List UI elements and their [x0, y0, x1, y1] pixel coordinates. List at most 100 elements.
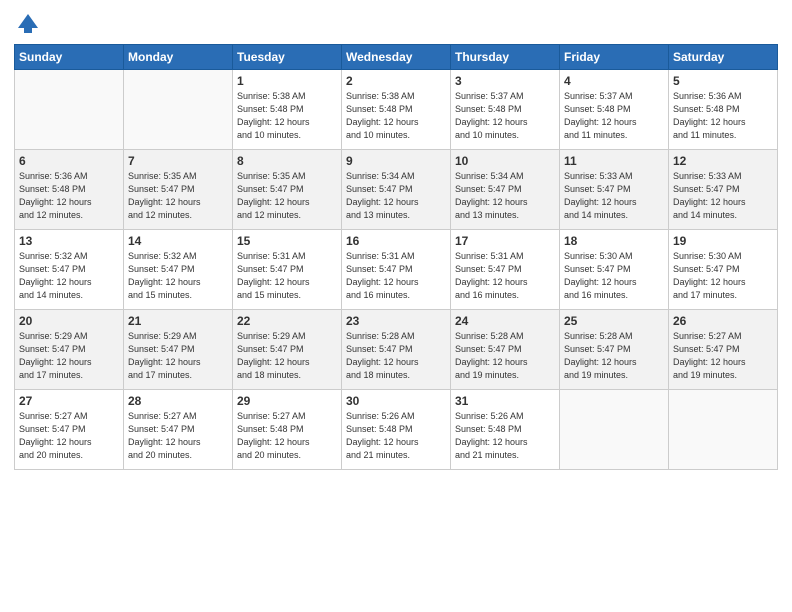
day-info: Sunrise: 5:26 AMSunset: 5:48 PMDaylight:…	[346, 410, 446, 462]
day-number: 27	[19, 394, 119, 408]
table-cell: 11 Sunrise: 5:33 AMSunset: 5:47 PMDayligh…	[560, 150, 669, 230]
table-cell: 30 Sunrise: 5:26 AMSunset: 5:48 PMDayligh…	[342, 390, 451, 470]
table-cell: 28 Sunrise: 5:27 AMSunset: 5:47 PMDayligh…	[124, 390, 233, 470]
header-sunday: Sunday	[15, 45, 124, 70]
logo	[14, 10, 46, 38]
logo-icon	[14, 10, 42, 38]
day-number: 13	[19, 234, 119, 248]
day-number: 23	[346, 314, 446, 328]
table-cell: 5Sunrise: 5:36 AMSunset: 5:48 PMDaylight…	[669, 70, 778, 150]
table-cell	[15, 70, 124, 150]
day-info: Sunrise: 5:36 AMSunset: 5:48 PMDaylight:…	[673, 90, 773, 142]
day-info: Sunrise: 5:38 AMSunset: 5:48 PMDaylight:…	[237, 90, 337, 142]
day-info: Sunrise: 5:35 AMSunset: 5:47 PMDaylight:…	[237, 170, 337, 222]
table-cell: 17 Sunrise: 5:31 AMSunset: 5:47 PMDayligh…	[451, 230, 560, 310]
day-info: Sunrise: 5:31 AMSunset: 5:47 PMDaylight:…	[455, 250, 555, 302]
table-cell: 12 Sunrise: 5:33 AMSunset: 5:47 PMDayligh…	[669, 150, 778, 230]
day-info: Sunrise: 5:28 AMSunset: 5:47 PMDaylight:…	[346, 330, 446, 382]
day-number: 9	[346, 154, 446, 168]
day-info: Sunrise: 5:37 AMSunset: 5:48 PMDaylight:…	[455, 90, 555, 142]
day-number: 8	[237, 154, 337, 168]
day-info: Sunrise: 5:29 AMSunset: 5:47 PMDaylight:…	[128, 330, 228, 382]
table-cell: 29 Sunrise: 5:27 AMSunset: 5:48 PMDayligh…	[233, 390, 342, 470]
header-wednesday: Wednesday	[342, 45, 451, 70]
table-cell: 27Sunrise: 5:27 AMSunset: 5:47 PMDayligh…	[15, 390, 124, 470]
day-info: Sunrise: 5:26 AMSunset: 5:48 PMDaylight:…	[455, 410, 555, 462]
day-info: Sunrise: 5:28 AMSunset: 5:47 PMDaylight:…	[455, 330, 555, 382]
day-number: 6	[19, 154, 119, 168]
table-cell: 23 Sunrise: 5:28 AMSunset: 5:47 PMDayligh…	[342, 310, 451, 390]
day-info: Sunrise: 5:34 AMSunset: 5:47 PMDaylight:…	[346, 170, 446, 222]
table-cell: 2Sunrise: 5:38 AMSunset: 5:48 PMDaylight…	[342, 70, 451, 150]
day-info: Sunrise: 5:31 AMSunset: 5:47 PMDaylight:…	[346, 250, 446, 302]
day-info: Sunrise: 5:33 AMSunset: 5:47 PMDaylight:…	[564, 170, 664, 222]
week-row-3: 13 Sunrise: 5:32 AMSunset: 5:47 PMDayligh…	[15, 230, 778, 310]
day-number: 28	[128, 394, 228, 408]
table-cell: 24 Sunrise: 5:28 AMSunset: 5:47 PMDayligh…	[451, 310, 560, 390]
table-cell: 8 Sunrise: 5:35 AMSunset: 5:47 PMDaylight…	[233, 150, 342, 230]
day-info: Sunrise: 5:27 AMSunset: 5:48 PMDaylight:…	[237, 410, 337, 462]
day-info: Sunrise: 5:33 AMSunset: 5:47 PMDaylight:…	[673, 170, 773, 222]
day-info: Sunrise: 5:36 AMSunset: 5:48 PMDaylight:…	[19, 170, 119, 222]
week-row-2: 6 Sunrise: 5:36 AMSunset: 5:48 PMDaylight…	[15, 150, 778, 230]
day-info: Sunrise: 5:32 AMSunset: 5:47 PMDaylight:…	[128, 250, 228, 302]
table-cell: 20 Sunrise: 5:29 AMSunset: 5:47 PMDayligh…	[15, 310, 124, 390]
table-cell: 7 Sunrise: 5:35 AMSunset: 5:47 PMDaylight…	[124, 150, 233, 230]
table-cell: 18 Sunrise: 5:30 AMSunset: 5:47 PMDayligh…	[560, 230, 669, 310]
table-cell: 31 Sunrise: 5:26 AMSunset: 5:48 PMDayligh…	[451, 390, 560, 470]
day-info: Sunrise: 5:27 AMSunset: 5:47 PMDaylight:…	[128, 410, 228, 462]
header-tuesday: Tuesday	[233, 45, 342, 70]
table-cell: 14Sunrise: 5:32 AMSunset: 5:47 PMDayligh…	[124, 230, 233, 310]
table-cell: 19 Sunrise: 5:30 AMSunset: 5:47 PMDayligh…	[669, 230, 778, 310]
week-row-1: 1 Sunrise: 5:38 AMSunset: 5:48 PMDaylight…	[15, 70, 778, 150]
table-cell: 3Sunrise: 5:37 AMSunset: 5:48 PMDaylight…	[451, 70, 560, 150]
table-cell: 10Sunrise: 5:34 AMSunset: 5:47 PMDayligh…	[451, 150, 560, 230]
week-row-4: 20 Sunrise: 5:29 AMSunset: 5:47 PMDayligh…	[15, 310, 778, 390]
table-cell: 25 Sunrise: 5:28 AMSunset: 5:47 PMDayligh…	[560, 310, 669, 390]
header-thursday: Thursday	[451, 45, 560, 70]
table-cell	[560, 390, 669, 470]
table-cell: 15Sunrise: 5:31 AMSunset: 5:47 PMDayligh…	[233, 230, 342, 310]
day-info: Sunrise: 5:35 AMSunset: 5:47 PMDaylight:…	[128, 170, 228, 222]
day-number: 7	[128, 154, 228, 168]
day-info: Sunrise: 5:32 AMSunset: 5:47 PMDaylight:…	[19, 250, 119, 302]
day-info: Sunrise: 5:31 AMSunset: 5:47 PMDaylight:…	[237, 250, 337, 302]
calendar-table: SundayMondayTuesdayWednesdayThursdayFrid…	[14, 44, 778, 470]
day-number: 2	[346, 74, 446, 88]
day-info: Sunrise: 5:30 AMSunset: 5:47 PMDaylight:…	[564, 250, 664, 302]
header-row: SundayMondayTuesdayWednesdayThursdayFrid…	[15, 45, 778, 70]
table-cell: 26 Sunrise: 5:27 AMSunset: 5:47 PMDayligh…	[669, 310, 778, 390]
day-info: Sunrise: 5:37 AMSunset: 5:48 PMDaylight:…	[564, 90, 664, 142]
day-number: 12	[673, 154, 773, 168]
day-number: 19	[673, 234, 773, 248]
day-info: Sunrise: 5:30 AMSunset: 5:47 PMDaylight:…	[673, 250, 773, 302]
day-info: Sunrise: 5:29 AMSunset: 5:47 PMDaylight:…	[19, 330, 119, 382]
table-cell: 13 Sunrise: 5:32 AMSunset: 5:47 PMDayligh…	[15, 230, 124, 310]
calendar-page: SundayMondayTuesdayWednesdayThursdayFrid…	[0, 0, 792, 612]
table-cell: 1 Sunrise: 5:38 AMSunset: 5:48 PMDaylight…	[233, 70, 342, 150]
table-cell: 6 Sunrise: 5:36 AMSunset: 5:48 PMDaylight…	[15, 150, 124, 230]
table-cell	[669, 390, 778, 470]
day-number: 4	[564, 74, 664, 88]
day-number: 26	[673, 314, 773, 328]
day-number: 29	[237, 394, 337, 408]
day-number: 31	[455, 394, 555, 408]
day-number: 17	[455, 234, 555, 248]
day-number: 18	[564, 234, 664, 248]
day-number: 20	[19, 314, 119, 328]
day-number: 11	[564, 154, 664, 168]
day-number: 25	[564, 314, 664, 328]
day-number: 24	[455, 314, 555, 328]
table-cell: 21 Sunrise: 5:29 AMSunset: 5:47 PMDayligh…	[124, 310, 233, 390]
day-number: 22	[237, 314, 337, 328]
day-number: 10	[455, 154, 555, 168]
day-number: 30	[346, 394, 446, 408]
day-number: 21	[128, 314, 228, 328]
calendar-body: 1 Sunrise: 5:38 AMSunset: 5:48 PMDaylight…	[15, 70, 778, 470]
header-friday: Friday	[560, 45, 669, 70]
table-cell: 4 Sunrise: 5:37 AMSunset: 5:48 PMDaylight…	[560, 70, 669, 150]
table-cell: 16Sunrise: 5:31 AMSunset: 5:47 PMDayligh…	[342, 230, 451, 310]
day-info: Sunrise: 5:28 AMSunset: 5:47 PMDaylight:…	[564, 330, 664, 382]
day-info: Sunrise: 5:27 AMSunset: 5:47 PMDaylight:…	[673, 330, 773, 382]
day-number: 1	[237, 74, 337, 88]
